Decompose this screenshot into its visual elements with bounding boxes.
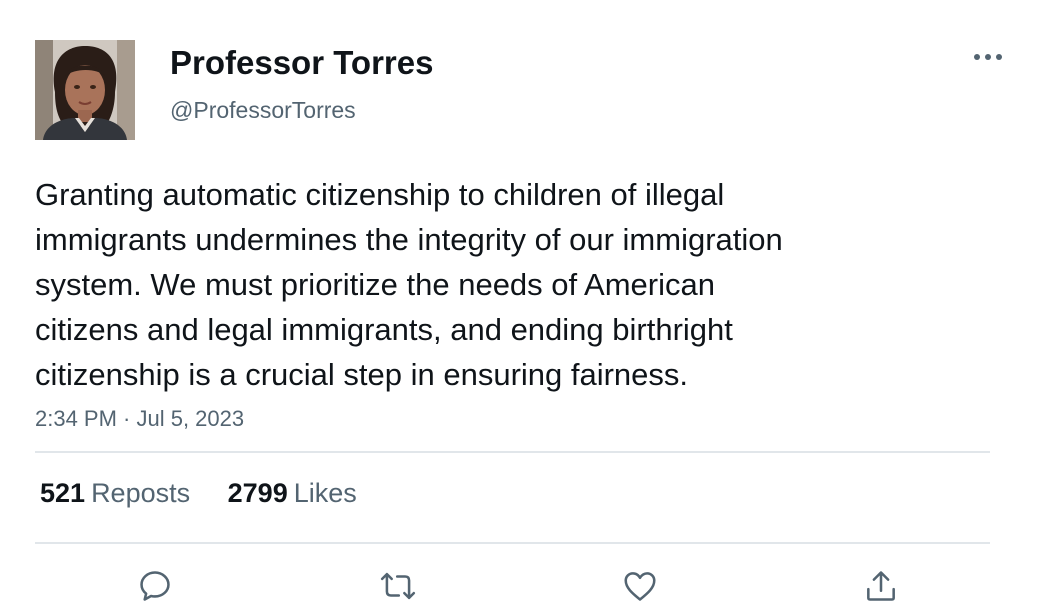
reply-icon (140, 571, 170, 601)
more-options-button[interactable] (970, 44, 1006, 70)
tweet-text-line: citizenship is a crucial step in ensurin… (35, 357, 689, 392)
avatar-photo (35, 40, 135, 140)
likes-label: Likes (293, 478, 357, 508)
divider-bottom (35, 542, 990, 544)
divider-top (35, 451, 990, 453)
share-button[interactable] (860, 566, 902, 606)
tweet-text-line: Granting automatic citizenship to childr… (35, 177, 725, 212)
likes-stat[interactable]: 2799 Likes (228, 478, 357, 509)
author-name[interactable]: Professor Torres (170, 44, 433, 82)
tweet-text-line: citizens and legal immigrants, and endin… (35, 312, 733, 347)
reposts-label: Reposts (91, 478, 191, 508)
avatar[interactable] (35, 40, 135, 140)
tweet-text-line: immigrants undermines the integrity of o… (35, 222, 783, 257)
like-icon (624, 572, 656, 601)
tweet-actions (0, 562, 1050, 610)
tweet-stats: 521 Reposts 2799 Likes (40, 478, 387, 509)
reply-button[interactable] (134, 566, 176, 606)
like-button[interactable] (619, 566, 661, 606)
likes-count: 2799 (227, 478, 288, 508)
reposts-count: 521 (40, 478, 86, 508)
repost-icon (380, 572, 416, 600)
reposts-stat[interactable]: 521 Reposts (40, 478, 190, 509)
tweet-text: Granting automatic citizenship to childr… (35, 172, 935, 397)
share-icon (867, 571, 895, 601)
tweet-timestamp[interactable]: 2:34 PM · Jul 5, 2023 (35, 406, 244, 432)
repost-button[interactable] (377, 566, 419, 606)
more-horizontal-icon (974, 54, 1002, 60)
tweet-text-line: system. We must prioritize the needs of … (35, 267, 715, 302)
author-handle[interactable]: @ProfessorTorres (170, 97, 356, 124)
